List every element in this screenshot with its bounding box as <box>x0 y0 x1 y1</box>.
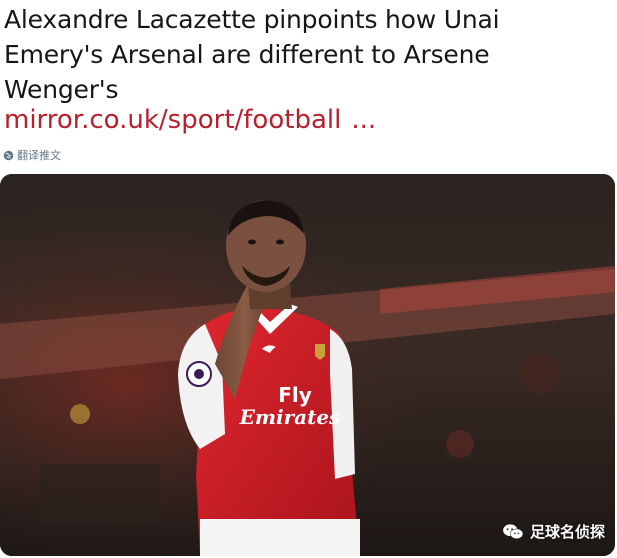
kit-sponsor-line2: Emirates <box>239 405 341 429</box>
tweet-headline: Alexandre Lacazette pinpoints how Unai E… <box>4 5 500 104</box>
globe-icon <box>3 150 14 160</box>
kit-sponsor-line1: Fly <box>278 383 312 407</box>
article-link-text[interactable]: mirror.co.uk/sport/football <box>4 105 341 135</box>
wechat-icon <box>503 523 524 539</box>
wechat-watermark: 足球名侦探 <box>502 521 605 542</box>
translate-tweet-button[interactable]: 翻译推文 <box>3 147 61 163</box>
tweet-photo[interactable]: Fly Emirates 足球名侦探 <box>0 174 615 556</box>
translate-label: 翻译推文 <box>17 149 61 162</box>
watermark-label: 足球名侦探 <box>529 523 605 541</box>
player-photo-illustration: Fly Emirates <box>0 174 615 556</box>
article-link[interactable]: mirror.co.uk/sport/football... <box>4 103 376 137</box>
link-ellipsis: ... <box>351 105 377 135</box>
